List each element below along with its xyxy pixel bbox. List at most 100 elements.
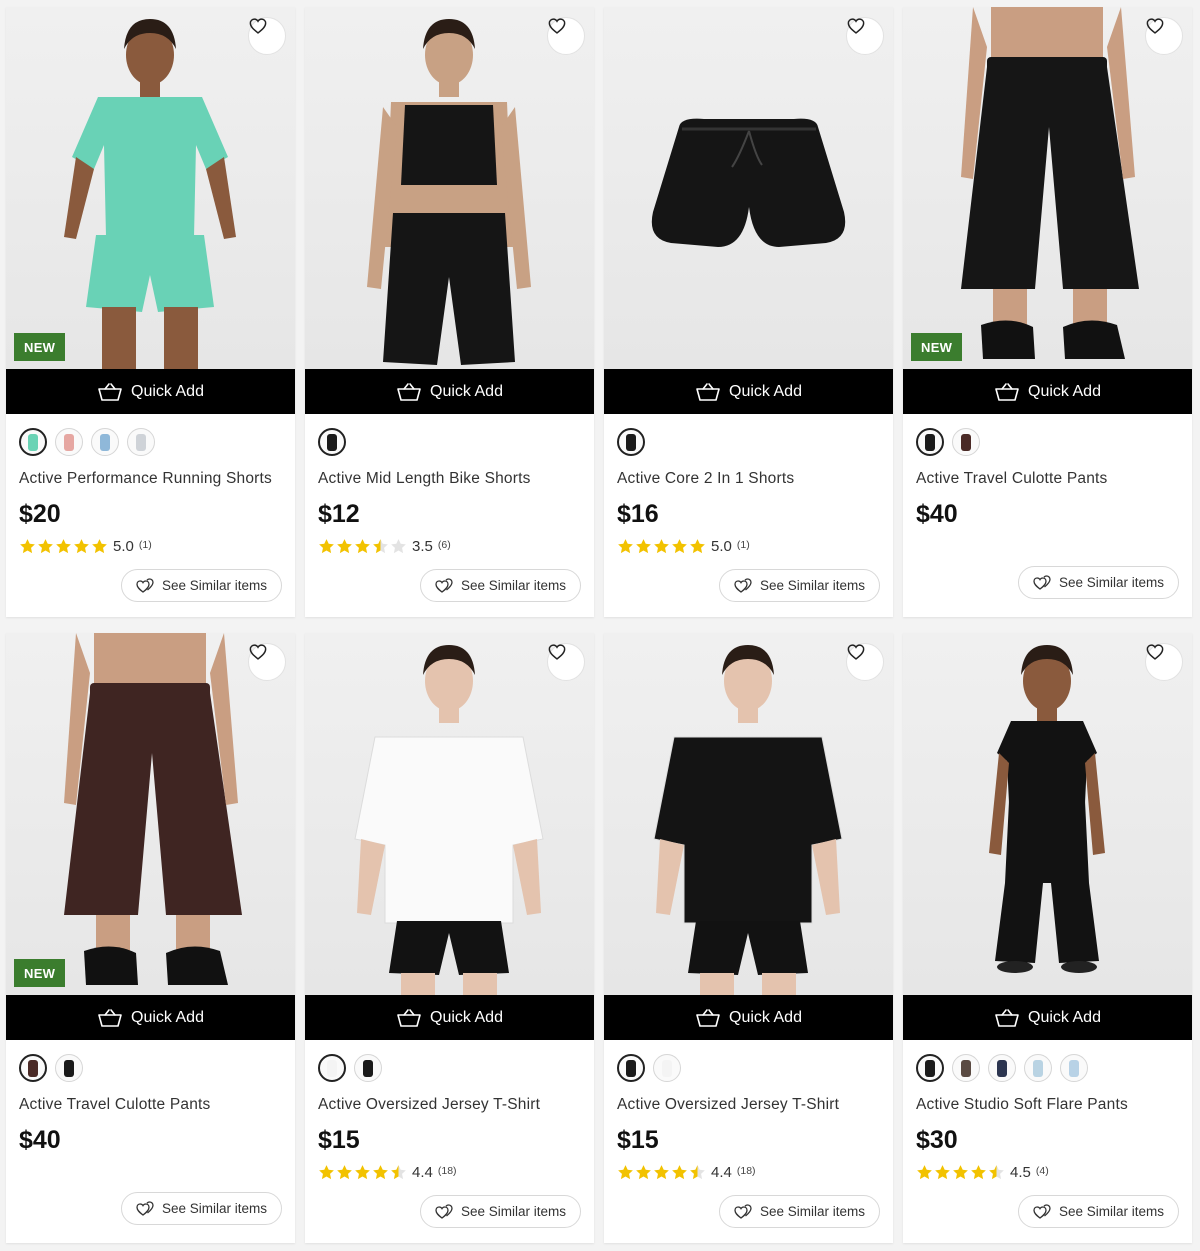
wishlist-button[interactable]	[547, 17, 585, 55]
star-shape	[672, 1164, 687, 1179]
color-swatch[interactable]	[952, 428, 980, 456]
product-image[interactable]	[604, 7, 893, 369]
sandal-shape	[166, 946, 228, 985]
product-card[interactable]: Quick Add Active Oversized Jersey T-Shir…	[305, 633, 594, 1243]
quick-add-button[interactable]: Quick Add	[6, 369, 295, 414]
star-shape	[636, 1164, 651, 1179]
product-card[interactable]: Quick Add Active Mid Length Bike Shorts …	[305, 7, 594, 617]
color-swatch[interactable]	[916, 428, 944, 456]
quick-add-button[interactable]: Quick Add	[305, 369, 594, 414]
quick-add-button[interactable]: Quick Add	[305, 995, 594, 1040]
product-info: Active Oversized Jersey T-Shirt $15 4.4 …	[305, 1040, 594, 1243]
rating-value: 5.0	[711, 537, 732, 555]
color-swatch[interactable]	[318, 1054, 346, 1082]
product-image[interactable]	[305, 633, 594, 995]
product-title[interactable]: Active Studio Soft Flare Pants	[916, 1096, 1179, 1114]
product-card[interactable]: NEW Quick Add Active Travel Culotte Pant…	[903, 7, 1192, 617]
color-swatch[interactable]	[1060, 1054, 1088, 1082]
star-icon	[74, 538, 89, 553]
wishlist-button[interactable]	[248, 17, 286, 55]
product-title[interactable]: Active Core 2 In 1 Shorts	[617, 470, 880, 488]
similar-hearts-icon	[734, 577, 752, 593]
quick-add-button[interactable]: Quick Add	[6, 995, 295, 1040]
quick-add-button[interactable]: Quick Add	[903, 369, 1192, 414]
product-photo-figure	[653, 645, 843, 995]
color-swatch[interactable]	[127, 428, 155, 456]
product-info: Active Travel Culotte Pants $40 See Simi…	[6, 1040, 295, 1243]
product-title[interactable]: Active Travel Culotte Pants	[19, 1096, 282, 1114]
similar-hearts-icon	[1033, 1203, 1051, 1219]
product-rating: 3.5 (6)	[318, 537, 581, 555]
see-similar-button[interactable]: See Similar items	[121, 1192, 282, 1225]
star-shape	[690, 1164, 705, 1179]
color-swatch[interactable]	[988, 1054, 1016, 1082]
neck-shape	[439, 79, 459, 97]
product-image[interactable]	[903, 633, 1192, 995]
see-similar-button[interactable]: See Similar items	[420, 569, 581, 602]
product-title[interactable]: Active Mid Length Bike Shorts	[318, 470, 581, 488]
color-swatch[interactable]	[318, 428, 346, 456]
color-swatch[interactable]	[653, 1054, 681, 1082]
color-swatch[interactable]	[952, 1054, 980, 1082]
product-info: Active Performance Running Shorts $20 5.…	[6, 414, 295, 617]
see-similar-label: See Similar items	[460, 1204, 567, 1219]
color-swatch[interactable]	[1024, 1054, 1052, 1082]
star-icon	[391, 538, 406, 553]
wishlist-button[interactable]	[846, 643, 884, 681]
product-card[interactable]: NEW Quick Add Active Performance Running…	[6, 7, 295, 617]
product-title[interactable]: Active Oversized Jersey T-Shirt	[318, 1096, 581, 1114]
torso-shape	[94, 633, 206, 688]
product-image[interactable]	[604, 633, 893, 995]
color-swatch[interactable]	[55, 1054, 83, 1082]
product-title[interactable]: Active Travel Culotte Pants	[916, 470, 1179, 488]
see-similar-button[interactable]: See Similar items	[121, 569, 282, 602]
similar-hearts-icon	[435, 1203, 453, 1219]
rating-value: 5.0	[113, 537, 134, 555]
similar-hearts-icon	[734, 1203, 752, 1219]
see-similar-button[interactable]: See Similar items	[420, 1195, 581, 1228]
star-icon	[391, 1164, 406, 1179]
swatch-garment	[327, 1059, 337, 1077]
color-swatch[interactable]	[91, 428, 119, 456]
product-title[interactable]: Active Performance Running Shorts	[19, 470, 282, 488]
product-title[interactable]: Active Oversized Jersey T-Shirt	[617, 1096, 880, 1114]
product-image[interactable]: NEW	[903, 7, 1192, 369]
color-swatch[interactable]	[617, 428, 645, 456]
star-shape	[917, 1164, 932, 1179]
color-swatch[interactable]	[617, 1054, 645, 1082]
product-card[interactable]: Quick Add Active Oversized Jersey T-Shir…	[604, 633, 893, 1243]
color-swatch[interactable]	[19, 1054, 47, 1082]
color-swatch[interactable]	[19, 428, 47, 456]
product-image[interactable]: NEW	[6, 633, 295, 995]
wishlist-button[interactable]	[1145, 17, 1183, 55]
color-swatch[interactable]	[916, 1054, 944, 1082]
see-similar-button[interactable]: See Similar items	[719, 1195, 880, 1228]
product-image[interactable]	[305, 7, 594, 369]
product-card[interactable]: Quick Add Active Studio Soft Flare Pants…	[903, 633, 1192, 1243]
wishlist-button[interactable]	[1145, 643, 1183, 681]
star-rating	[916, 1164, 1005, 1181]
color-swatch[interactable]	[55, 428, 83, 456]
star-shape	[373, 1164, 388, 1179]
color-swatch[interactable]	[354, 1054, 382, 1082]
quick-add-button[interactable]: Quick Add	[903, 995, 1192, 1040]
similar-hearts-icon	[1033, 574, 1051, 590]
shirt-shape	[354, 736, 544, 924]
product-card[interactable]: Quick Add Active Core 2 In 1 Shorts $16 …	[604, 7, 893, 617]
quick-add-button[interactable]: Quick Add	[604, 995, 893, 1040]
see-similar-button[interactable]: See Similar items	[1018, 1195, 1179, 1228]
star-shape	[391, 1164, 406, 1179]
see-similar-button[interactable]: See Similar items	[1018, 566, 1179, 599]
leg-shape	[102, 307, 136, 369]
product-price: $12	[318, 500, 360, 528]
review-count: (18)	[437, 1165, 457, 1177]
wishlist-button[interactable]	[846, 17, 884, 55]
wishlist-button[interactable]	[248, 643, 286, 681]
product-photo-figure	[64, 633, 242, 985]
wishlist-button[interactable]	[547, 643, 585, 681]
star-shape	[92, 538, 107, 553]
product-card[interactable]: NEW Quick Add Active Travel Culotte Pant…	[6, 633, 295, 1243]
product-image[interactable]: NEW	[6, 7, 295, 369]
see-similar-button[interactable]: See Similar items	[719, 569, 880, 602]
quick-add-button[interactable]: Quick Add	[604, 369, 893, 414]
